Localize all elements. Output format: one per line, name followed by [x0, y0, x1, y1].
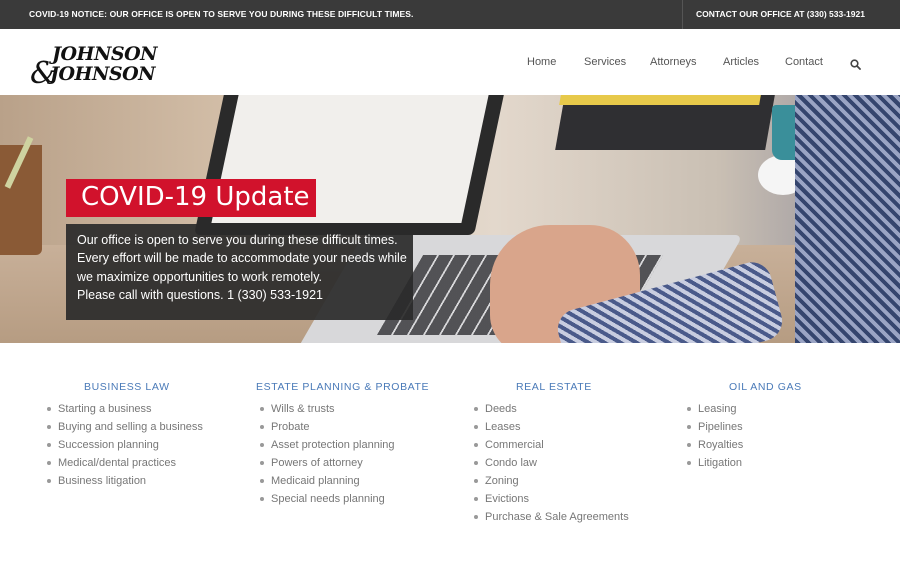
practice-areas: BUSINESS LAW Starting a business Buying …	[0, 343, 900, 567]
list-item[interactable]: Condo law	[474, 456, 629, 474]
practice-heading[interactable]: OIL AND GAS	[729, 381, 802, 393]
message-line: Every effort will be made to accommodate…	[77, 251, 407, 265]
list-item[interactable]: Starting a business	[47, 402, 203, 420]
list-item[interactable]: Wills & trusts	[260, 402, 429, 420]
practice-heading[interactable]: ESTATE PLANNING & PROBATE	[256, 381, 429, 393]
list-item[interactable]: Deeds	[474, 402, 629, 420]
practice-column-real-estate: REAL ESTATE Deeds Leases Commercial Cond…	[474, 381, 629, 528]
list-item[interactable]: Leases	[474, 420, 629, 438]
covid-message-box: Our office is open to serve you during t…	[66, 224, 413, 320]
site-header: JOHNSON JOHNSON & Home Services Attorney…	[0, 29, 900, 95]
list-item[interactable]: Asset protection planning	[260, 438, 429, 456]
nav-attorneys[interactable]: Attorneys	[650, 56, 696, 68]
list-item[interactable]: Special needs planning	[260, 492, 429, 510]
list-item[interactable]: Probate	[260, 420, 429, 438]
list-item[interactable]: Purchase & Sale Agreements	[474, 510, 629, 528]
list-item[interactable]: Business litigation	[47, 474, 203, 492]
practice-column-business-law: BUSINESS LAW Starting a business Buying …	[47, 381, 203, 492]
books-cover-image	[559, 95, 761, 105]
list-item[interactable]: Commercial	[474, 438, 629, 456]
message-line: Please call with questions. 1 (330) 533-…	[77, 288, 323, 302]
shirt-image	[795, 95, 900, 343]
nav-services[interactable]: Services	[584, 56, 626, 68]
search-icon[interactable]	[850, 57, 861, 70]
topbar-divider	[682, 0, 683, 29]
practice-heading[interactable]: BUSINESS LAW	[84, 381, 203, 393]
list-item[interactable]: Litigation	[687, 456, 802, 474]
nav-contact[interactable]: Contact	[785, 56, 823, 68]
covid-notice-text: COVID-19 NOTICE: OUR OFFICE IS OPEN TO S…	[29, 9, 414, 19]
list-item[interactable]: Powers of attorney	[260, 456, 429, 474]
nav-home[interactable]: Home	[527, 56, 556, 68]
main-navigation: Home Services Attorneys Articles Contact	[0, 56, 900, 70]
nav-articles[interactable]: Articles	[723, 56, 759, 68]
practice-column-oil-and-gas: OIL AND GAS Leasing Pipelines Royalties …	[687, 381, 802, 474]
list-item[interactable]: Evictions	[474, 492, 629, 510]
covid-update-badge: COVID-19 Update	[66, 179, 316, 217]
practice-column-estate-planning: ESTATE PLANNING & PROBATE Wills & trusts…	[256, 381, 429, 510]
practice-heading[interactable]: REAL ESTATE	[516, 381, 629, 393]
list-item[interactable]: Buying and selling a business	[47, 420, 203, 438]
list-item[interactable]: Succession planning	[47, 438, 203, 456]
list-item[interactable]: Pipelines	[687, 420, 802, 438]
top-notice-bar: COVID-19 NOTICE: OUR OFFICE IS OPEN TO S…	[0, 0, 900, 29]
list-item[interactable]: Medicaid planning	[260, 474, 429, 492]
hero-banner: COVID-19 Update Our office is open to se…	[0, 95, 900, 343]
list-item[interactable]: Zoning	[474, 474, 629, 492]
covid-update-title: COVID-19 Update	[81, 182, 310, 212]
message-line: Our office is open to serve you during t…	[77, 233, 398, 247]
list-item[interactable]: Medical/dental practices	[47, 456, 203, 474]
contact-phone-link[interactable]: CONTACT OUR OFFICE AT (330) 533-1921	[696, 9, 865, 19]
list-item[interactable]: Leasing	[687, 402, 802, 420]
list-item[interactable]: Royalties	[687, 438, 802, 456]
message-line: we maximize opportunities to work remote…	[77, 270, 322, 284]
